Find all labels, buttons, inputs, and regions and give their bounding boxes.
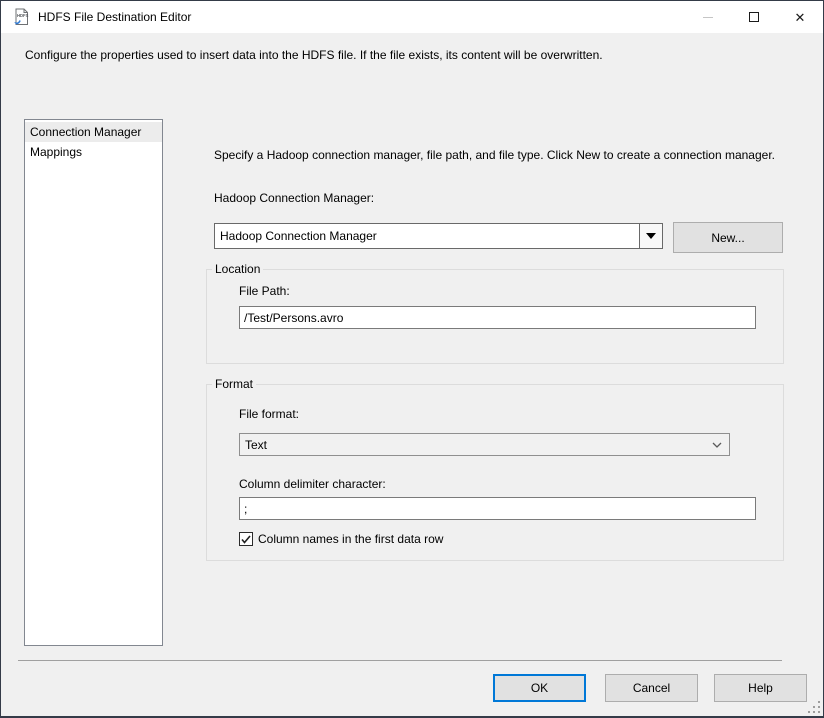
close-button[interactable]: ✕ (777, 1, 823, 33)
maximize-button[interactable] (731, 1, 777, 33)
hdfs-destination-editor-dialog: HDFS HDFS File Destination Editor ✕ Conf… (0, 0, 824, 718)
file-path-label: File Path: (239, 284, 290, 298)
column-names-checkbox-row: Column names in the first data row (239, 532, 443, 546)
svg-text:HDFS: HDFS (17, 13, 29, 18)
minimize-icon (703, 17, 713, 18)
window-title: HDFS File Destination Editor (38, 10, 191, 24)
page-list: Connection Manager Mappings (24, 119, 163, 646)
chevron-down-icon (705, 442, 729, 448)
checkbox-checked-icon (241, 535, 251, 544)
hadoop-connection-manager-combobox[interactable]: Hadoop Connection Manager (214, 223, 663, 249)
file-path-input[interactable] (239, 306, 756, 329)
ok-button[interactable]: OK (493, 674, 586, 702)
combobox-dropdown-button[interactable] (639, 224, 662, 248)
resize-grip[interactable] (807, 700, 820, 713)
title-bar: HDFS HDFS File Destination Editor ✕ (1, 1, 823, 33)
hdfs-file-icon: HDFS (11, 7, 31, 27)
location-group-title: Location (212, 262, 263, 276)
column-delimiter-input[interactable] (239, 497, 756, 520)
file-format-select[interactable]: Text (239, 433, 730, 456)
column-names-checkbox[interactable] (239, 532, 253, 546)
hadoop-connection-manager-label: Hadoop Connection Manager: (214, 191, 374, 205)
column-delimiter-label: Column delimiter character: (239, 477, 386, 491)
format-group-title: Format (212, 377, 256, 391)
combobox-selected-value: Hadoop Connection Manager (215, 224, 639, 248)
dialog-description: Configure the properties used to insert … (25, 48, 795, 62)
maximize-icon (749, 12, 759, 22)
new-connection-button[interactable]: New... (673, 222, 783, 253)
panel-instruction: Specify a Hadoop connection manager, fil… (214, 148, 799, 162)
chevron-down-icon (646, 233, 656, 239)
minimize-button[interactable] (685, 1, 731, 33)
format-group: Format File format: Text Column delimite… (206, 384, 784, 561)
cancel-button[interactable]: Cancel (605, 674, 698, 702)
file-format-selected-value: Text (240, 438, 705, 452)
file-format-label: File format: (239, 407, 299, 421)
location-group: Location File Path: (206, 269, 784, 364)
help-button[interactable]: Help (714, 674, 807, 702)
close-icon: ✕ (795, 11, 806, 24)
window-controls: ✕ (685, 1, 823, 33)
footer-separator (18, 660, 782, 661)
list-item-mappings[interactable]: Mappings (25, 142, 162, 162)
list-item-connection-manager[interactable]: Connection Manager (25, 122, 162, 142)
column-names-checkbox-label[interactable]: Column names in the first data row (258, 532, 443, 546)
